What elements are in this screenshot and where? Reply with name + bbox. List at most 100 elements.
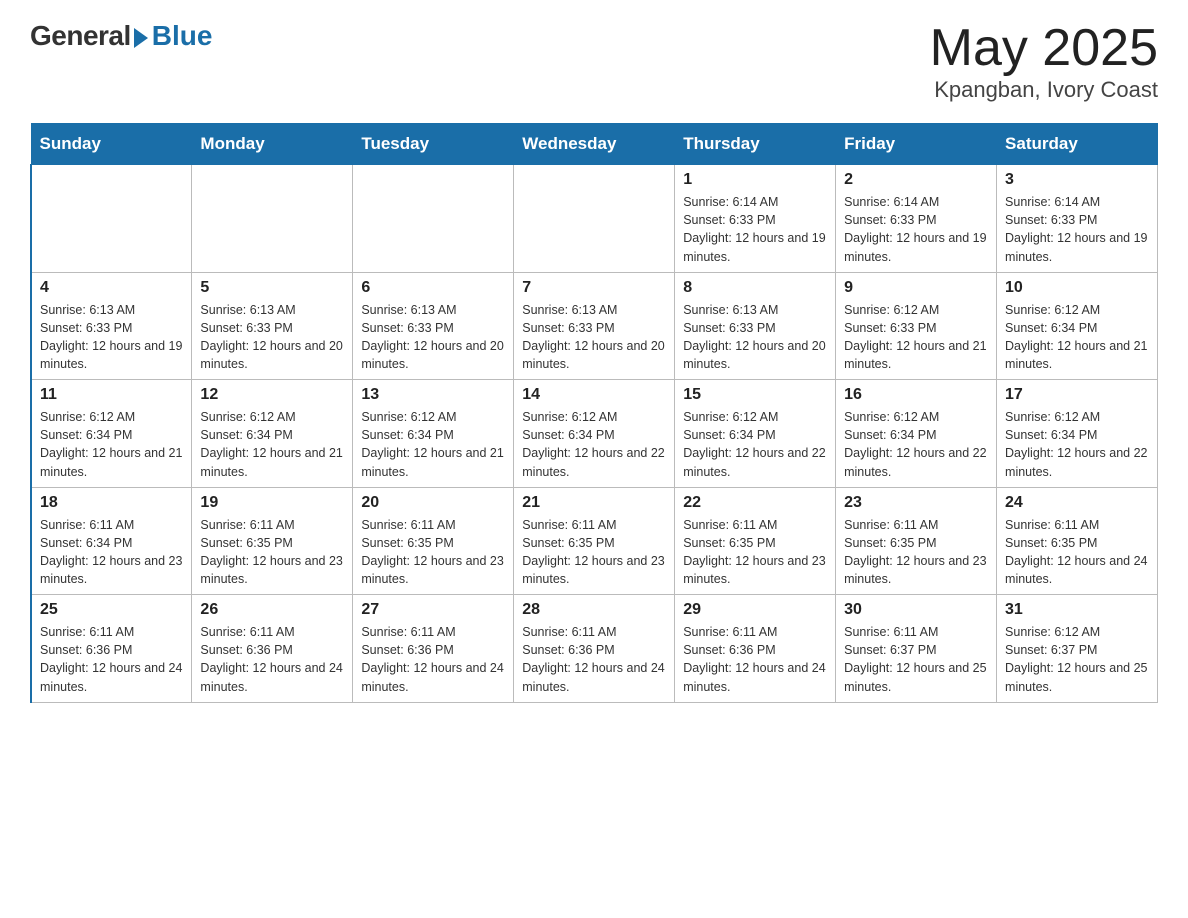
day-info: Sunrise: 6:11 AMSunset: 6:36 PMDaylight:… [40, 623, 183, 696]
calendar-week-2: 4Sunrise: 6:13 AMSunset: 6:33 PMDaylight… [31, 272, 1158, 380]
day-info: Sunrise: 6:11 AMSunset: 6:35 PMDaylight:… [683, 516, 827, 589]
calendar-cell: 31 Sunrise: 6:12 AMSunset: 6:37 PMDayligh… [997, 595, 1158, 703]
day-info: Sunrise: 6:14 AMSunset: 6:33 PMDaylight:… [1005, 193, 1149, 266]
calendar-cell: 22 Sunrise: 6:11 AMSunset: 6:35 PMDayligh… [675, 487, 836, 595]
calendar-cell: 9 Sunrise: 6:12 AMSunset: 6:33 PMDaylight… [836, 272, 997, 380]
calendar-header-wednesday: Wednesday [514, 124, 675, 165]
day-number: 22 [683, 494, 827, 512]
calendar-week-3: 11 Sunrise: 6:12 AMSunset: 6:34 PMDayligh… [31, 380, 1158, 488]
calendar-header-row: SundayMondayTuesdayWednesdayThursdayFrid… [31, 124, 1158, 165]
day-info: Sunrise: 6:11 AMSunset: 6:35 PMDaylight:… [361, 516, 505, 589]
day-number: 27 [361, 601, 505, 619]
calendar-cell [31, 165, 192, 273]
calendar-cell: 18 Sunrise: 6:11 AMSunset: 6:34 PMDayligh… [31, 487, 192, 595]
calendar-cell: 19Sunrise: 6:11 AMSunset: 6:35 PMDayligh… [192, 487, 353, 595]
day-number: 15 [683, 386, 827, 404]
day-info: Sunrise: 6:12 AMSunset: 6:34 PMDaylight:… [522, 408, 666, 481]
calendar-cell: 27 Sunrise: 6:11 AMSunset: 6:36 PMDayligh… [353, 595, 514, 703]
day-number: 29 [683, 601, 827, 619]
calendar-cell: 25Sunrise: 6:11 AMSunset: 6:36 PMDayligh… [31, 595, 192, 703]
day-info: Sunrise: 6:12 AMSunset: 6:34 PMDaylight:… [683, 408, 827, 481]
day-info: Sunrise: 6:12 AMSunset: 6:34 PMDaylight:… [200, 408, 344, 481]
day-number: 24 [1005, 494, 1149, 512]
day-number: 2 [844, 171, 988, 189]
calendar-cell: 5Sunrise: 6:13 AMSunset: 6:33 PMDaylight… [192, 272, 353, 380]
day-info: Sunrise: 6:11 AMSunset: 6:35 PMDaylight:… [844, 516, 988, 589]
calendar-cell: 1 Sunrise: 6:14 AMSunset: 6:33 PMDaylight… [675, 165, 836, 273]
day-info: Sunrise: 6:11 AMSunset: 6:36 PMDaylight:… [361, 623, 505, 696]
day-info: Sunrise: 6:12 AMSunset: 6:34 PMDaylight:… [40, 408, 183, 481]
day-number: 5 [200, 279, 344, 297]
day-number: 23 [844, 494, 988, 512]
day-number: 12 [200, 386, 344, 404]
calendar-cell: 2 Sunrise: 6:14 AMSunset: 6:33 PMDaylight… [836, 165, 997, 273]
calendar-cell: 11 Sunrise: 6:12 AMSunset: 6:34 PMDayligh… [31, 380, 192, 488]
calendar-cell: 8 Sunrise: 6:13 AMSunset: 6:33 PMDaylight… [675, 272, 836, 380]
calendar-header-sunday: Sunday [31, 124, 192, 165]
calendar-cell: 26 Sunrise: 6:11 AMSunset: 6:36 PMDayligh… [192, 595, 353, 703]
day-number: 26 [200, 601, 344, 619]
calendar-table: SundayMondayTuesdayWednesdayThursdayFrid… [30, 123, 1158, 703]
day-number: 6 [361, 279, 505, 297]
calendar-cell: 23 Sunrise: 6:11 AMSunset: 6:35 PMDayligh… [836, 487, 997, 595]
day-number: 31 [1005, 601, 1149, 619]
calendar-cell: 7Sunrise: 6:13 AMSunset: 6:33 PMDaylight… [514, 272, 675, 380]
day-number: 28 [522, 601, 666, 619]
day-number: 8 [683, 279, 827, 297]
title-area: May 2025 Kpangban, Ivory Coast [930, 20, 1158, 103]
day-number: 20 [361, 494, 505, 512]
calendar-week-1: 1 Sunrise: 6:14 AMSunset: 6:33 PMDaylight… [31, 165, 1158, 273]
day-number: 9 [844, 279, 988, 297]
calendar-week-4: 18 Sunrise: 6:11 AMSunset: 6:34 PMDayligh… [31, 487, 1158, 595]
logo: General Blue [30, 20, 212, 52]
calendar-cell: 30Sunrise: 6:11 AMSunset: 6:37 PMDayligh… [836, 595, 997, 703]
calendar-cell: 24Sunrise: 6:11 AMSunset: 6:35 PMDayligh… [997, 487, 1158, 595]
day-info: Sunrise: 6:11 AMSunset: 6:35 PMDaylight:… [522, 516, 666, 589]
day-info: Sunrise: 6:14 AMSunset: 6:33 PMDaylight:… [683, 193, 827, 266]
page-header: General Blue May 2025 Kpangban, Ivory Co… [30, 20, 1158, 103]
logo-blue-text: Blue [152, 20, 213, 52]
calendar-cell: 21Sunrise: 6:11 AMSunset: 6:35 PMDayligh… [514, 487, 675, 595]
calendar-cell [192, 165, 353, 273]
calendar-cell [514, 165, 675, 273]
calendar-cell [353, 165, 514, 273]
day-number: 16 [844, 386, 988, 404]
day-info: Sunrise: 6:12 AMSunset: 6:34 PMDaylight:… [361, 408, 505, 481]
day-number: 11 [40, 386, 183, 404]
day-info: Sunrise: 6:14 AMSunset: 6:33 PMDaylight:… [844, 193, 988, 266]
calendar-cell: 16Sunrise: 6:12 AMSunset: 6:34 PMDayligh… [836, 380, 997, 488]
day-number: 14 [522, 386, 666, 404]
calendar-week-5: 25Sunrise: 6:11 AMSunset: 6:36 PMDayligh… [31, 595, 1158, 703]
calendar-header-saturday: Saturday [997, 124, 1158, 165]
day-number: 17 [1005, 386, 1149, 404]
logo-general-text: General [30, 20, 131, 52]
calendar-cell: 3 Sunrise: 6:14 AMSunset: 6:33 PMDaylight… [997, 165, 1158, 273]
calendar-cell: 4Sunrise: 6:13 AMSunset: 6:33 PMDaylight… [31, 272, 192, 380]
day-info: Sunrise: 6:11 AMSunset: 6:36 PMDaylight:… [200, 623, 344, 696]
day-number: 3 [1005, 171, 1149, 189]
calendar-header-friday: Friday [836, 124, 997, 165]
calendar-cell: 20 Sunrise: 6:11 AMSunset: 6:35 PMDayligh… [353, 487, 514, 595]
day-number: 19 [200, 494, 344, 512]
day-number: 1 [683, 171, 827, 189]
day-number: 10 [1005, 279, 1149, 297]
calendar-cell: 15 Sunrise: 6:12 AMSunset: 6:34 PMDayligh… [675, 380, 836, 488]
day-number: 13 [361, 386, 505, 404]
day-info: Sunrise: 6:11 AMSunset: 6:36 PMDaylight:… [683, 623, 827, 696]
day-info: Sunrise: 6:13 AMSunset: 6:33 PMDaylight:… [683, 301, 827, 374]
day-number: 18 [40, 494, 183, 512]
day-info: Sunrise: 6:12 AMSunset: 6:37 PMDaylight:… [1005, 623, 1149, 696]
calendar-cell: 6Sunrise: 6:13 AMSunset: 6:33 PMDaylight… [353, 272, 514, 380]
calendar-header-tuesday: Tuesday [353, 124, 514, 165]
day-info: Sunrise: 6:12 AMSunset: 6:34 PMDaylight:… [1005, 301, 1149, 374]
day-info: Sunrise: 6:13 AMSunset: 6:33 PMDaylight:… [522, 301, 666, 374]
location-subtitle: Kpangban, Ivory Coast [930, 77, 1158, 103]
day-info: Sunrise: 6:12 AMSunset: 6:33 PMDaylight:… [844, 301, 988, 374]
logo-arrow-icon [134, 28, 148, 48]
day-info: Sunrise: 6:11 AMSunset: 6:36 PMDaylight:… [522, 623, 666, 696]
day-info: Sunrise: 6:13 AMSunset: 6:33 PMDaylight:… [40, 301, 183, 374]
month-year-title: May 2025 [930, 20, 1158, 77]
day-info: Sunrise: 6:11 AMSunset: 6:34 PMDaylight:… [40, 516, 183, 589]
calendar-cell: 12 Sunrise: 6:12 AMSunset: 6:34 PMDayligh… [192, 380, 353, 488]
day-info: Sunrise: 6:11 AMSunset: 6:37 PMDaylight:… [844, 623, 988, 696]
